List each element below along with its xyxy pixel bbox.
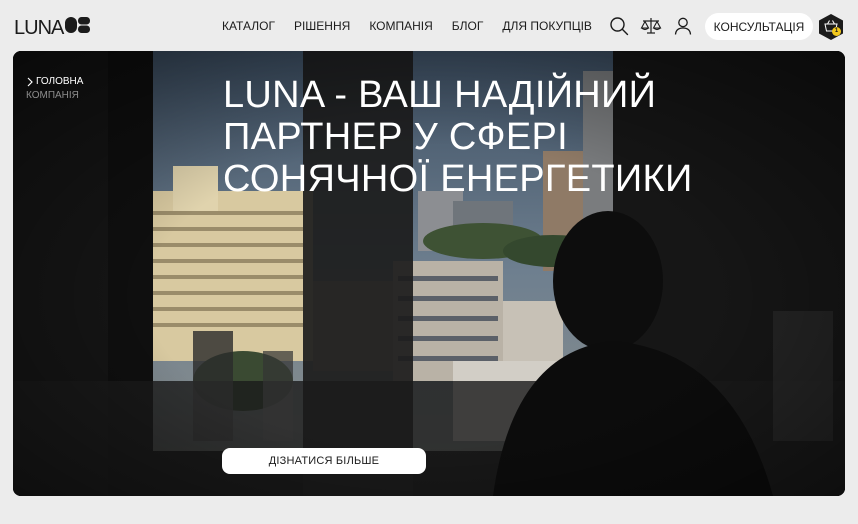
search-button[interactable] <box>608 15 630 37</box>
main-nav: КАТАЛОГ РІШЕННЯ КОМПАНІЯ БЛОГ ДЛЯ ПОКУПЦ… <box>222 19 611 33</box>
nav-item-catalog[interactable]: КАТАЛОГ <box>222 19 275 33</box>
hero-title-line: LUNA - ВАШ НАДІЙНИЙ <box>223 74 657 116</box>
logo-text: LUNA <box>14 16 64 39</box>
user-icon <box>674 17 692 35</box>
learn-more-button[interactable]: ДІЗНАТИСЯ БІЛЬШЕ <box>222 448 426 474</box>
hero-banner: ГОЛОВНА КОМПАНІЯ LUNA - ВАШ НАДІЙНИЙ ПАР… <box>13 51 845 496</box>
cart-icon <box>819 14 843 40</box>
nav-item-for-buyers[interactable]: ДЛЯ ПОКУПЦІВ <box>502 19 592 33</box>
search-icon <box>610 17 629 36</box>
compare-button[interactable] <box>640 15 662 37</box>
breadcrumb-home-label: ГОЛОВНА <box>36 76 84 87</box>
nav-item-blog[interactable]: БЛОГ <box>452 19 484 33</box>
site-header: LUNA КАТАЛОГ РІШЕННЯ КОМПАНІЯ БЛОГ ДЛЯ П… <box>0 0 858 52</box>
cart-button[interactable]: 1 <box>817 13 845 41</box>
hero-title: LUNA - ВАШ НАДІЙНИЙ ПАРТНЕР У СФЕРІ СОНЯ… <box>223 74 783 200</box>
account-button[interactable] <box>672 15 694 37</box>
logo-mark-icon <box>65 16 91 39</box>
page: LUNA КАТАЛОГ РІШЕННЯ КОМПАНІЯ БЛОГ ДЛЯ П… <box>0 0 858 524</box>
breadcrumb: ГОЛОВНА КОМПАНІЯ <box>26 76 83 102</box>
compare-scales-icon <box>640 18 662 34</box>
breadcrumb-home-link[interactable]: ГОЛОВНА <box>26 76 83 88</box>
cart-count-badge: 1 <box>832 27 841 36</box>
hero-title-line: ПАРТНЕР У СФЕРІ <box>223 116 568 158</box>
nav-item-solutions[interactable]: РІШЕННЯ <box>294 19 350 33</box>
logo-link[interactable]: LUNA <box>14 16 91 39</box>
chevron-right-icon <box>27 77 33 87</box>
hero-title-line: СОНЯЧНОЇ ЕНЕРГЕТИКИ <box>223 158 693 200</box>
consultation-button[interactable]: КОНСУЛЬТАЦІЯ <box>705 13 813 40</box>
breadcrumb-current-label: КОМПАНІЯ <box>26 90 79 101</box>
nav-item-company[interactable]: КОМПАНІЯ <box>369 19 432 33</box>
